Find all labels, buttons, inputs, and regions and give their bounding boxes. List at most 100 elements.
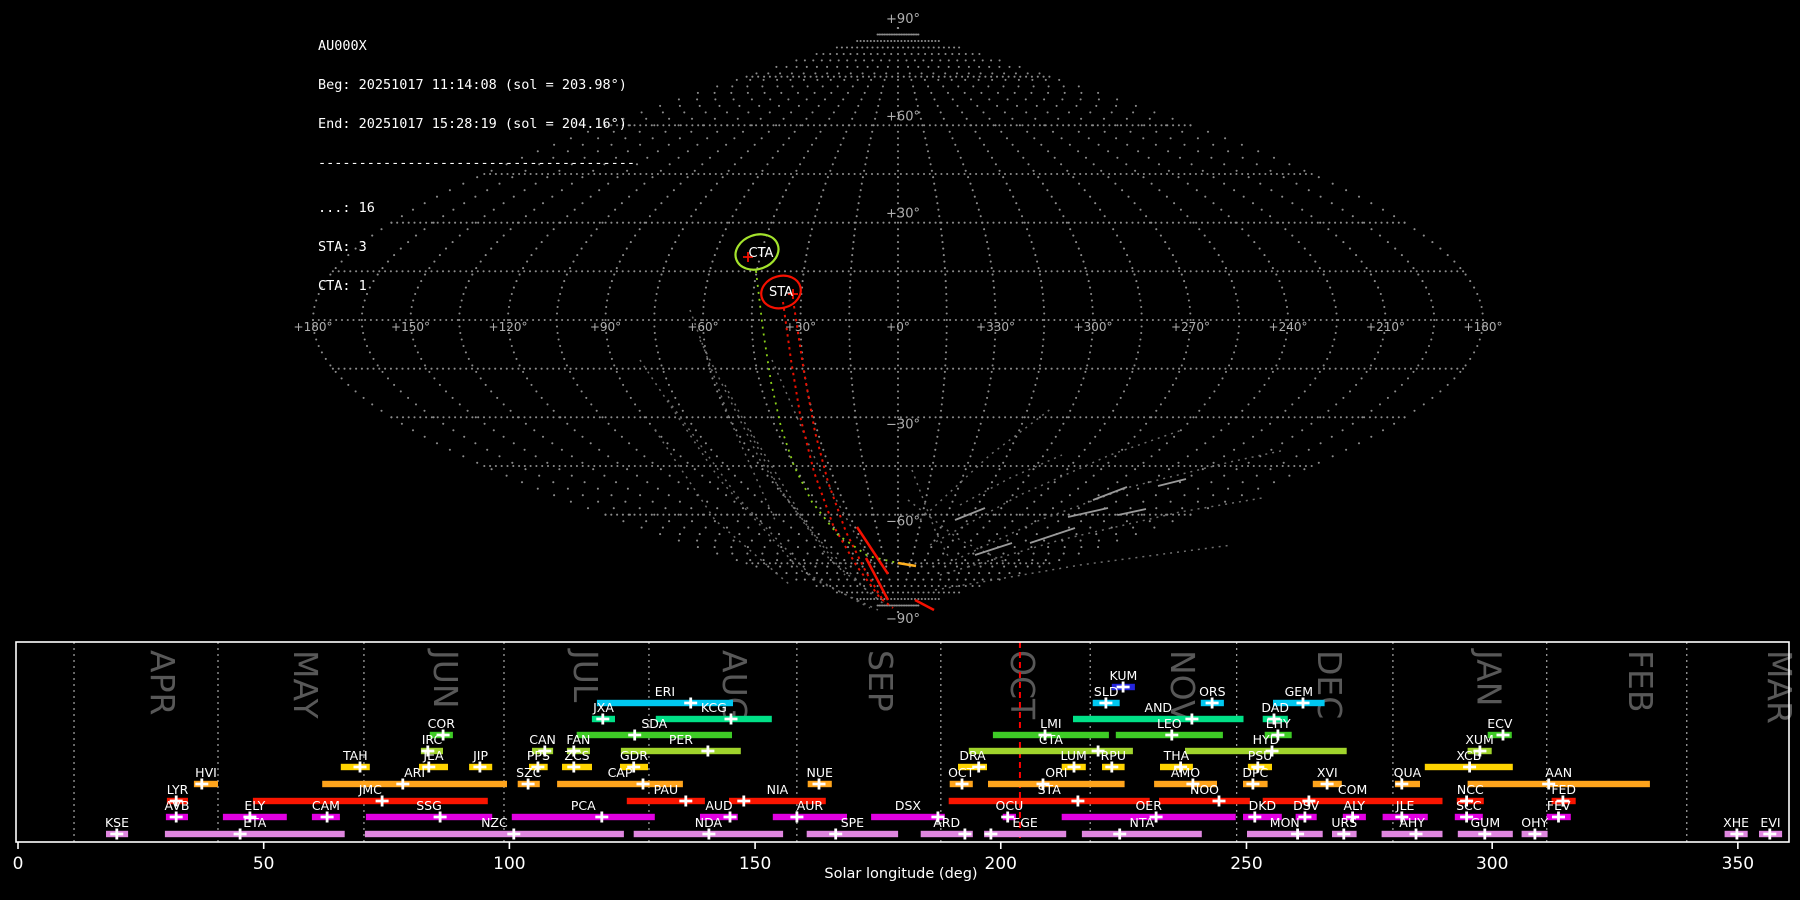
peak-marker-aud (723, 811, 737, 823)
end-time: End: 20251017 15:28:19 (sol = 204.16°) (318, 116, 627, 132)
month-label-jun: JUN (426, 648, 465, 709)
shower-label-cap: CAP (608, 765, 633, 780)
x-tick-label: 300 (1476, 854, 1508, 874)
month-label-apr: APR (143, 650, 182, 715)
shower-label-nta: NTA (1130, 815, 1155, 830)
peak-marker-lum (1067, 761, 1081, 773)
shower-label-hvi: HVI (195, 765, 217, 780)
shower-bar-noo (1159, 797, 1250, 805)
shower-label-can: CAN (529, 732, 556, 747)
shower-label-aly: ALY (1344, 798, 1366, 813)
shower-label-ecv: ECV (1487, 716, 1513, 731)
peak-marker-pca (595, 811, 609, 823)
shower-label-oer: OER (1135, 798, 1162, 813)
shower-label-jmc: JMC (358, 782, 382, 797)
shower-label-dra: DRA (959, 748, 986, 763)
peak-marker-zcs (567, 761, 581, 773)
activity-timeline: APR MAY JUN JUL AUG SEP OCT NOV DEC JAN FEB MARKUME… (13, 641, 1799, 874)
shower-label-nue: NUE (806, 765, 832, 780)
peak-marker-ohy (1528, 828, 1542, 840)
peak-marker-nia (737, 795, 751, 807)
shower-label-gum: GUM (1470, 815, 1500, 830)
peak-marker-mon (1291, 828, 1305, 840)
shower-bar-pau (626, 797, 705, 805)
shower-label-leo: LEO (1157, 716, 1182, 731)
shower-label-pps: PPS (527, 748, 550, 763)
shower-label-mon: MON (1270, 815, 1300, 830)
peak-marker-dsv (1298, 811, 1312, 823)
peak-marker-sld (1099, 697, 1113, 709)
count-cta: CTA: 1 (318, 278, 367, 294)
shower-label-evi: EVI (1760, 815, 1780, 830)
shower-label-dad: DAD (1261, 700, 1289, 715)
peak-marker-nzc (507, 828, 521, 840)
shower-label-fan: FAN (566, 732, 590, 747)
shower-bar-sta (948, 797, 1150, 805)
x-tick-label: 250 (1230, 854, 1262, 874)
peak-marker-cap (636, 778, 650, 790)
peak-marker-leo (1165, 729, 1179, 741)
peak-marker-avb (169, 811, 183, 823)
peak-marker-urs (1337, 828, 1351, 840)
shower-bar-pca (511, 813, 655, 821)
shower-label-xvi: XVI (1317, 765, 1338, 780)
shower-label-kse: KSE (105, 815, 129, 830)
peak-marker-ssg (433, 811, 447, 823)
shower-label-lmi: LMI (1040, 716, 1061, 731)
peak-marker-fev (1552, 811, 1565, 823)
shower-label-avb: AVB (165, 798, 190, 813)
shower-bar-spe (806, 830, 899, 838)
shower-label-amo: AMO (1171, 765, 1200, 780)
shower-label-xcb: XCB (1456, 748, 1481, 763)
peak-marker-xvi (1320, 778, 1334, 790)
shower-label-xhe: XHE (1723, 815, 1749, 830)
shower-label-cta: CTA (1039, 732, 1063, 747)
shower-label-gdr: GDR (620, 748, 648, 763)
shower-label-szc: SZC (516, 765, 541, 780)
peak-marker-ari (396, 778, 410, 790)
shower-label-nda: NDA (695, 815, 723, 830)
peak-marker-nda (702, 828, 716, 840)
shower-label-and: AND (1145, 700, 1173, 715)
peak-marker-sta (1071, 795, 1085, 807)
shower-label-jea: JEA (422, 748, 444, 763)
peak-marker-pau (679, 795, 693, 807)
count-sporadic: ...: 16 (318, 200, 375, 216)
shower-label-xum: XUM (1465, 732, 1494, 747)
x-tick-label: 100 (493, 854, 525, 874)
month-label-jul: JUL (566, 648, 605, 703)
shower-label-irc: IRC (422, 732, 443, 747)
peak-marker-dpc (1246, 778, 1260, 790)
peak-marker-spe (829, 828, 843, 840)
shower-label-ncc: NCC (1457, 782, 1484, 797)
shower-label-urs: URS (1331, 815, 1357, 830)
peak-marker-nue (812, 778, 826, 790)
shower-label-gem: GEM (1285, 684, 1313, 699)
month-label-oct: OCT (1003, 650, 1042, 720)
shower-label-sda: SDA (641, 716, 667, 731)
shower-bar-kcg (655, 715, 772, 723)
shower-label-nzc: NZC (481, 815, 508, 830)
peak-marker-ors (1205, 697, 1219, 709)
shower-label-ssg: SSG (416, 798, 442, 813)
peak-marker-rpu (1105, 761, 1119, 773)
peak-marker-per (701, 745, 715, 757)
peak-marker-ahy (1409, 828, 1423, 840)
shower-label-tha: THA (1163, 748, 1190, 763)
peak-marker-ecv (1496, 729, 1510, 741)
plot-header: AU000X Beg: 20251017 11:14:08 (sol = 203… (318, 14, 635, 319)
peak-marker-aur (790, 811, 804, 823)
shower-label-rpu: RPU (1101, 748, 1126, 763)
peak-marker-ege (984, 828, 998, 840)
peak-marker-sda (628, 729, 642, 741)
peak-marker-hvi (195, 778, 209, 790)
x-axis-title: Solar longitude (deg) (824, 866, 978, 882)
month-label-may: MAY (286, 650, 325, 719)
shower-bar-aur (772, 813, 847, 821)
shower-label-noo: NOO (1190, 782, 1219, 797)
shower-label-oct: OCT (948, 765, 975, 780)
shower-label-kcg: KCG (701, 700, 727, 715)
peak-marker-cam (320, 811, 334, 823)
month-label-dec: DEC (1310, 650, 1349, 719)
peak-marker-evi (1763, 828, 1777, 840)
